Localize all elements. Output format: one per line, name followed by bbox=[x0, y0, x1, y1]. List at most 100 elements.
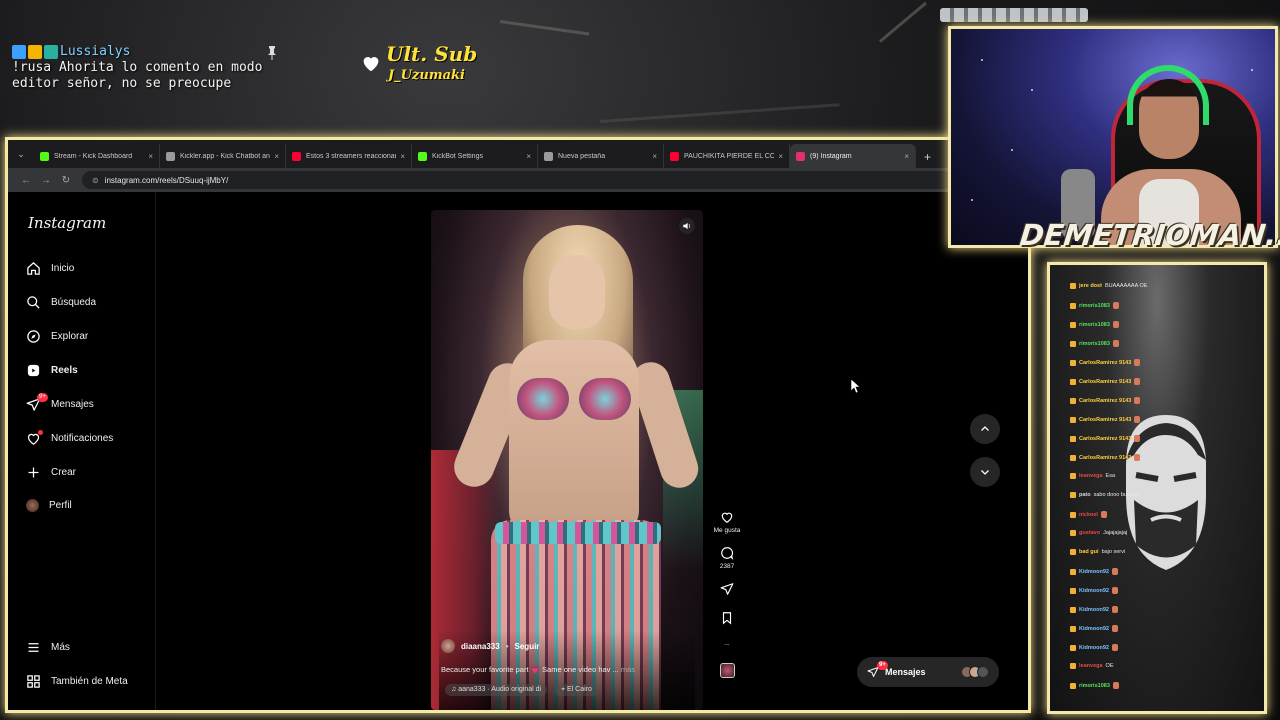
chat-username[interactable]: CarlosRamirez 9143 bbox=[1079, 455, 1131, 461]
close-tab-icon[interactable]: × bbox=[904, 152, 909, 161]
grid-icon bbox=[27, 675, 40, 688]
chat-username[interactable]: CarlosRamirez 9143 bbox=[1079, 379, 1131, 385]
browser-tab[interactable]: (9) Instagram × bbox=[790, 144, 916, 168]
sidebar-item-notificaciones[interactable]: Notificaciones bbox=[26, 430, 113, 446]
bookmark-icon bbox=[722, 612, 732, 625]
previous-reel-button[interactable] bbox=[970, 414, 1000, 444]
chat-username[interactable]: CarlosRamirez 9143 bbox=[1079, 398, 1131, 404]
like-button[interactable]: Me gusta bbox=[714, 510, 740, 534]
save-button[interactable] bbox=[720, 611, 734, 628]
browser-tab[interactable]: Stream - Kick Dashboard × bbox=[34, 144, 160, 168]
chat-username[interactable]: Kidmoon92 bbox=[1079, 588, 1109, 594]
chat-badge-icon bbox=[1070, 302, 1076, 309]
crown-icon bbox=[28, 44, 42, 59]
chat-line: leanvega Esa bbox=[1070, 473, 1115, 479]
sidebar-item-inicio[interactable]: Inicio bbox=[26, 261, 74, 276]
back-icon[interactable]: ← bbox=[16, 175, 36, 186]
chat-username[interactable]: Kidmoon92 bbox=[1079, 607, 1109, 613]
tab-favicon-icon bbox=[796, 151, 805, 161]
tab-label: Stream - Kick Dashboard bbox=[54, 152, 133, 160]
dancer-face bbox=[549, 255, 605, 329]
site-info-icon[interactable]: ⊜ bbox=[92, 176, 99, 185]
sidebar-item-explorar[interactable]: Explorar bbox=[26, 329, 88, 344]
close-tab-icon[interactable]: × bbox=[400, 152, 405, 161]
chat-badge-icon bbox=[1070, 416, 1076, 423]
audio-suffix: di bbox=[535, 686, 542, 693]
sidebar-item-meta[interactable]: También de Meta bbox=[26, 674, 128, 689]
chat-username[interactable]: jere dost bbox=[1079, 283, 1102, 289]
audio-thumbnail[interactable] bbox=[719, 663, 735, 678]
emote-icon bbox=[1134, 378, 1141, 385]
close-tab-icon[interactable]: × bbox=[778, 152, 783, 161]
sidebar-item-busqueda[interactable]: Búsqueda bbox=[26, 295, 96, 310]
sound-toggle-button[interactable] bbox=[679, 218, 695, 234]
chat-badge-icon bbox=[1070, 492, 1076, 498]
messages-pill-badge: 9+ bbox=[877, 661, 888, 670]
chat-text: Jajajajajaj bbox=[1103, 530, 1128, 536]
chat-username[interactable]: rimoris1083 bbox=[1079, 303, 1110, 309]
more-options-button[interactable]: ... bbox=[724, 640, 729, 647]
comment-icon bbox=[721, 547, 734, 560]
audio-pill[interactable]: ♫ aana333 · Audio original di bbox=[445, 684, 548, 696]
browser-tab[interactable]: Kickler.app - Kick Chatbot and × bbox=[160, 144, 286, 168]
browser-tab[interactable]: Nueva pestaña × bbox=[538, 144, 664, 168]
close-tab-icon[interactable]: × bbox=[526, 152, 531, 161]
chat-badge-icon bbox=[1070, 435, 1076, 442]
chat-badge-icon bbox=[1070, 587, 1076, 594]
forward-icon[interactable]: → bbox=[36, 175, 56, 186]
reel-caption: Because your favorite part 💗 Same one vi… bbox=[441, 665, 635, 674]
chat-username[interactable]: Kidmoon92 bbox=[1079, 626, 1109, 632]
chat-username[interactable]: CarlosRamirez 9143 bbox=[1079, 417, 1131, 423]
emote-icon bbox=[1111, 587, 1118, 594]
author-username[interactable]: diaana333 bbox=[461, 642, 500, 651]
chat-username[interactable]: pato bbox=[1079, 492, 1091, 498]
emote-icon bbox=[1111, 625, 1118, 632]
sidebar-item-mas[interactable]: Más bbox=[26, 640, 70, 655]
tab-label: Kickler.app - Kick Chatbot and bbox=[180, 152, 271, 160]
heart-icon bbox=[721, 512, 733, 523]
chat-username[interactable]: gustavo bbox=[1079, 530, 1100, 536]
caption-more-link[interactable]: más bbox=[621, 665, 635, 674]
chat-username[interactable]: CarlosRamirez 9143 bbox=[1079, 436, 1131, 442]
chat-username[interactable]: leanvega bbox=[1079, 663, 1103, 669]
tab-bar: ⌄ Stream - Kick Dashboard × Kickler.app - … bbox=[8, 140, 1028, 168]
chat-username[interactable]: Kidmoon92 bbox=[1079, 645, 1109, 651]
reel-audio-row: ♫ aana333 · Audio original di ⌖ El Cairo bbox=[445, 684, 598, 696]
chat-username[interactable]: CarlosRamirez 9143 bbox=[1079, 360, 1131, 366]
chat-username[interactable]: rimoris1083 bbox=[1079, 322, 1110, 328]
close-tab-icon[interactable]: × bbox=[652, 152, 657, 161]
new-tab-button[interactable]: + bbox=[916, 150, 939, 168]
sidebar-item-perfil[interactable]: Perfil bbox=[26, 499, 72, 512]
instagram-logo[interactable]: Instagram bbox=[28, 214, 106, 232]
browser-tab[interactable]: PAUCHIKITA PIERDE EL CON × bbox=[664, 144, 790, 168]
chat-username[interactable]: bad gui bbox=[1079, 549, 1099, 555]
comments-button[interactable]: 2387 bbox=[720, 546, 734, 570]
chat-username[interactable]: rimoris1083 bbox=[1079, 341, 1110, 347]
sidebar-item-mensajes[interactable]: 9+ Mensajes bbox=[26, 393, 94, 412]
browser-tab[interactable]: Estos 3 streamers reaccionaron × bbox=[286, 144, 412, 168]
reel-video[interactable]: diaana333 • Seguir Because your favorite… bbox=[431, 210, 703, 710]
sidebar-item-crear[interactable]: Crear bbox=[26, 465, 76, 480]
chat-username[interactable]: Kidmoon92 bbox=[1079, 569, 1109, 575]
close-tab-icon[interactable]: × bbox=[148, 152, 153, 161]
tab-search-icon[interactable]: ⌄ bbox=[8, 140, 34, 168]
separator: • bbox=[505, 641, 509, 651]
close-tab-icon[interactable]: × bbox=[274, 152, 279, 161]
chat-badge-icon bbox=[1070, 644, 1076, 651]
chat-username[interactable]: nickoel bbox=[1079, 512, 1098, 518]
chat-username[interactable]: leanvega bbox=[1079, 473, 1103, 479]
share-button[interactable] bbox=[720, 582, 734, 599]
chat-line: CarlosRamirez 9143 bbox=[1070, 359, 1141, 366]
chat-badge-icon bbox=[1070, 568, 1076, 575]
next-reel-button[interactable] bbox=[970, 457, 1000, 487]
chat-username[interactable]: rimoris1083 bbox=[1079, 683, 1110, 689]
browser-tab[interactable]: KickBot Settings × bbox=[412, 144, 538, 168]
url-field[interactable]: ⊜ instagram.com/reels/DSuuq-ijMbY/ bbox=[82, 171, 953, 189]
reload-icon[interactable]: ↻ bbox=[56, 175, 76, 186]
sidebar-item-reels[interactable]: Reels bbox=[26, 363, 78, 378]
chat-line: CarlosRamirez 9143 bbox=[1070, 454, 1141, 461]
messages-pill[interactable]: 9+ Mensajes bbox=[857, 657, 999, 687]
location-pill[interactable]: ⌖ El Cairo bbox=[555, 684, 598, 696]
follow-button[interactable]: Seguir bbox=[515, 642, 540, 651]
author-avatar[interactable] bbox=[441, 639, 455, 653]
